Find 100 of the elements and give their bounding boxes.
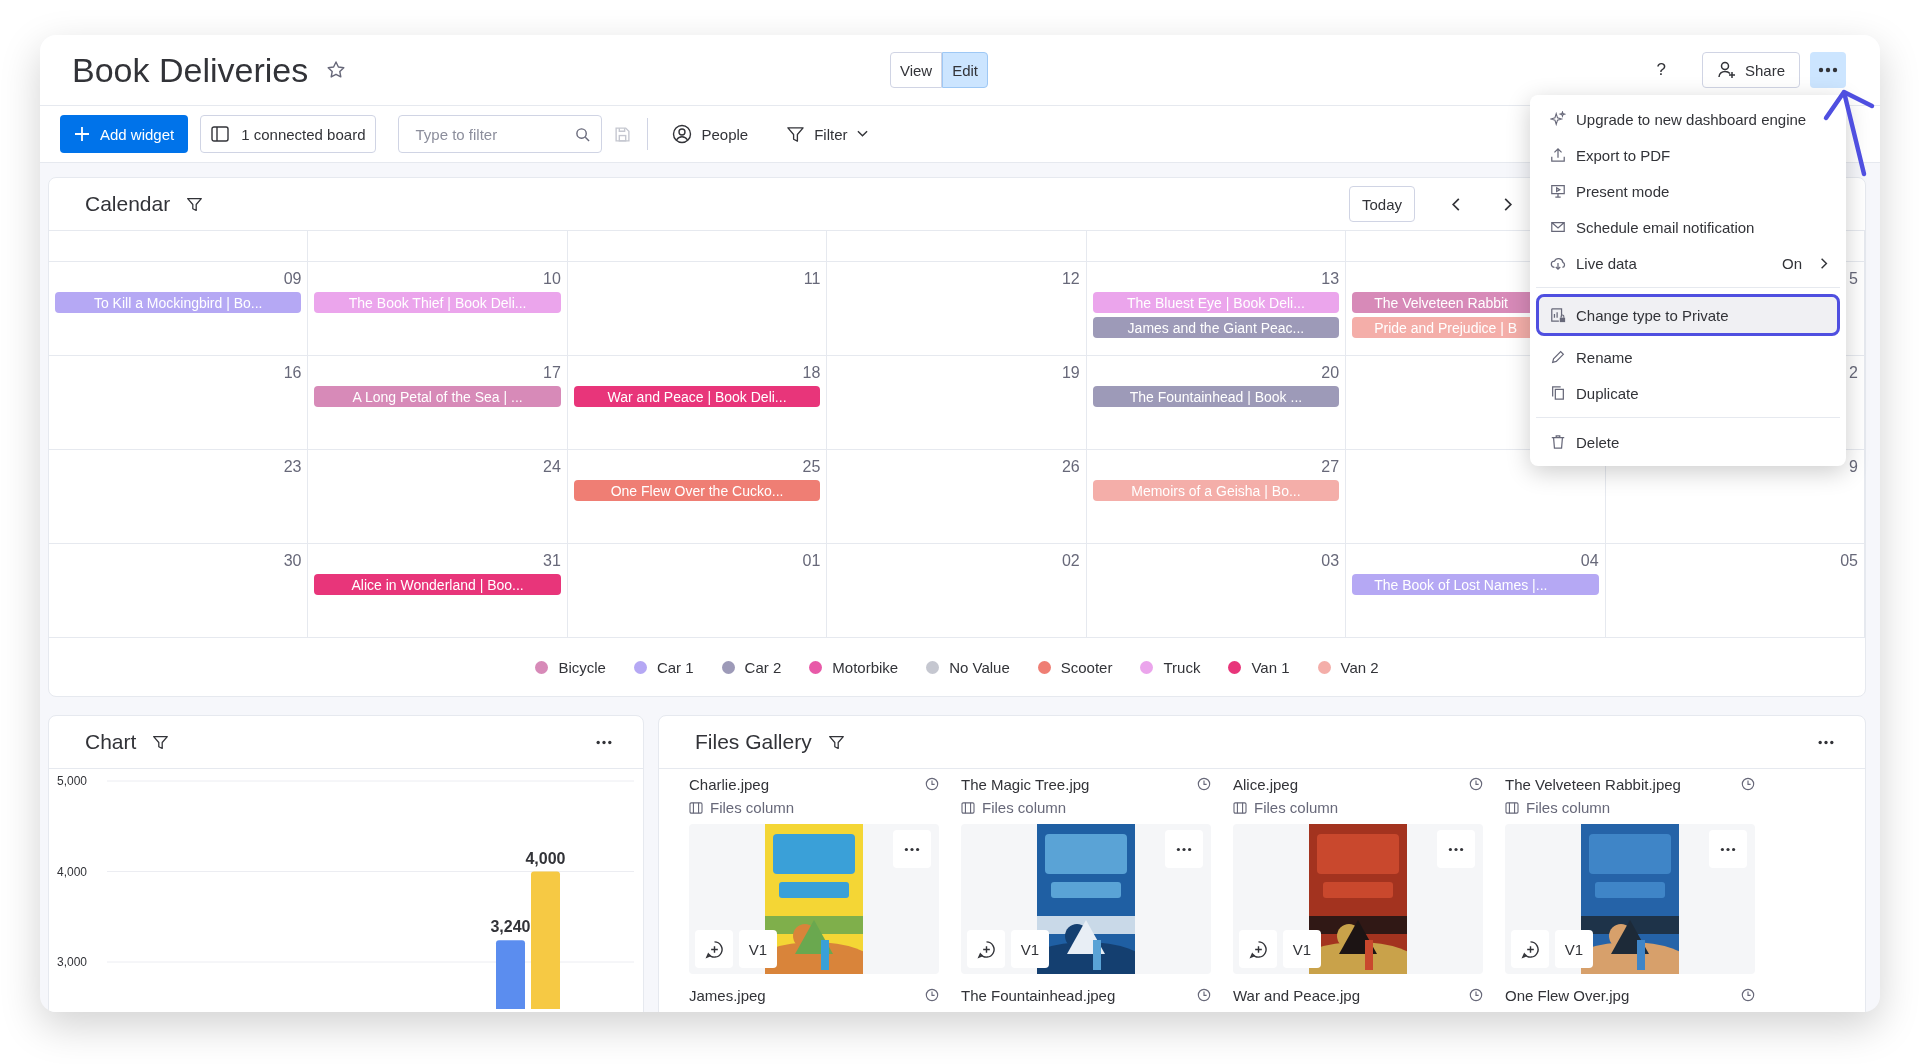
day-cell[interactable]: 04 The Book of Lost Names |... [1346,544,1606,638]
connected-board-button[interactable]: 1 connected board [200,115,377,153]
chevron-right-icon [1820,256,1828,270]
day-cell[interactable]: 10 The Book Thief | Book Deli... [308,262,568,356]
menu-item-value: On [1782,254,1802,272]
filter-icon[interactable] [152,733,170,751]
menu-item[interactable]: Upgrade to new dashboard engine [1536,101,1840,137]
search-icon [575,127,591,142]
file-name[interactable]: The Velveteen Rabbit.jpeg [1505,775,1681,793]
day-number: 9 [1849,458,1858,476]
menu-item-label: Upgrade to new dashboard engine [1576,110,1808,128]
filter-button[interactable]: Filter [778,115,876,153]
day-number: 01 [802,552,821,570]
add-widget-button[interactable]: Add widget [60,115,189,153]
day-number: 18 [802,364,821,382]
clock-icon[interactable] [1741,988,1755,1002]
version-badge: V1 [1011,930,1049,968]
day-cell[interactable]: 20 The Fountainhead | Book ... [1086,356,1347,450]
people-button[interactable]: People [664,115,757,153]
day-cell[interactable]: 25 One Flew Over the Cucko... [567,450,828,544]
value-label: 4,000 [525,849,566,867]
caret-icon [856,130,868,138]
menu-item[interactable]: Schedule email notification [1536,209,1840,245]
day-cell[interactable]: 12 [827,262,1087,356]
day-cell[interactable]: 03 [1086,544,1347,638]
column-label: Files column [1254,799,1339,816]
more-icon[interactable] [1817,739,1835,745]
file-name[interactable]: Alice.jpeg [1233,775,1299,793]
day-number: 30 [283,552,302,570]
help-button[interactable]: ? [1656,60,1666,80]
menu-item[interactable]: Change type to Private [1536,294,1840,336]
day-cell[interactable]: 05 [1605,544,1865,638]
file-name[interactable]: James.jpeg [689,986,766,1004]
day-cell[interactable]: 24 [308,450,568,544]
day-cell[interactable]: 09 To Kill a Mockingbird | Bo... [49,262,309,356]
file-name[interactable]: The Fountainhead.jpeg [961,986,1116,1004]
menu-item[interactable]: Present mode [1536,173,1840,209]
legend-label: Motorbike [832,658,899,676]
menu-item-label: Present mode [1576,182,1671,200]
day-number: 24 [543,458,561,476]
day-cell[interactable]: 30 [49,544,309,638]
chevron-left-icon[interactable] [1451,196,1461,212]
day-cell[interactable]: 23 [49,450,309,544]
day-cell[interactable]: 27 Memoirs of a Geisha | Bo... [1086,450,1347,544]
add-person-icon [1716,60,1737,80]
day-cell[interactable]: 26 [827,450,1087,544]
menu-item[interactable]: Export to PDF [1536,137,1840,173]
rename-icon [1550,349,1566,365]
add-comment-button[interactable] [1239,930,1277,968]
more-icon [1720,846,1736,852]
mode-tab[interactable]: View [889,52,943,88]
day-cell[interactable]: 18 War and Peace | Book Deli... [567,356,828,450]
clock-icon[interactable] [925,988,939,1002]
column-label: Files column [982,799,1067,816]
clock-icon[interactable] [1469,988,1483,1002]
file-name[interactable]: One Flew Over.jpg [1505,986,1630,1004]
present-icon [1550,183,1566,199]
clock-icon[interactable] [1741,777,1755,791]
mode-tab[interactable]: Edit [942,52,989,88]
day-cell[interactable]: 02 [827,544,1087,638]
file-name[interactable]: The Magic Tree.jpg [961,775,1090,793]
file-name[interactable]: War and Peace.jpg [1233,986,1361,1004]
chevron-right-icon[interactable] [1503,196,1513,212]
day-cell[interactable]: 19 [827,356,1087,450]
file-preview[interactable]: V1 [1505,824,1755,974]
clock-icon[interactable] [1197,777,1211,791]
calendar-event[interactable]: War and Peace | Book Deli... [573,386,821,407]
add-comment-button[interactable] [695,930,733,968]
file-name[interactable]: Charlie.jpeg [689,775,770,793]
more-button[interactable] [1810,52,1846,88]
day-cell[interactable]: 17 A Long Petal of the Sea | ... [308,356,568,450]
day-number: 2 [1849,364,1858,382]
delete-icon [1550,434,1566,450]
filter-icon[interactable] [186,195,204,213]
add-comment-button[interactable] [967,930,1005,968]
add-comment-button[interactable] [1511,930,1549,968]
filter-field[interactable]: Type to filter [398,115,603,153]
star-icon[interactable] [326,60,347,80]
clock-icon[interactable] [1197,988,1211,1002]
file-preview[interactable]: V1 [1233,824,1483,974]
clock-icon[interactable] [1469,777,1483,791]
day-number: 09 [283,270,302,288]
day-cell[interactable]: 16 [49,356,309,450]
day-cell[interactable]: 31 Alice in Wonderland | Boo... [308,544,568,638]
legend-label: Scooter [1060,658,1113,676]
today-button[interactable]: Today [1348,186,1415,222]
file-preview[interactable]: V1 [689,824,939,974]
more-icon[interactable] [595,739,613,745]
filter-icon[interactable] [827,733,845,751]
clock-icon[interactable] [925,777,939,791]
file-preview[interactable]: V1 [961,824,1211,974]
day-cell[interactable]: 01 [567,544,828,638]
menu-item[interactable]: Duplicate [1536,375,1840,411]
filter-icon [786,124,806,144]
day-number: 16 [283,364,302,382]
version-badge: V1 [1283,930,1321,968]
day-cell[interactable]: 11 [567,262,828,356]
share-button[interactable]: Share [1701,52,1800,88]
day-number: 12 [1061,270,1080,288]
calendar-event[interactable]: Alice in Wonderland | Boo... [314,574,561,595]
